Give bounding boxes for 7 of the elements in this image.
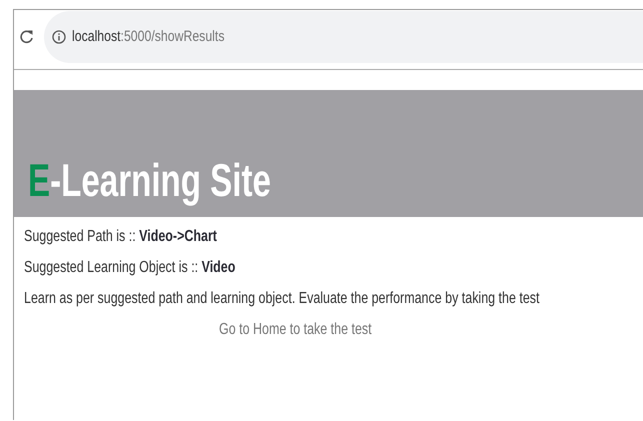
result-text: Suggested Path is :: Video->Chart: [24, 227, 217, 247]
reload-icon[interactable]: [20, 28, 34, 44]
info-icon[interactable]: [52, 30, 66, 44]
result-text: Learn as per suggested path and learning object. Evaluate the performance by taking the test: [24, 289, 540, 309]
result-text: Suggested Learning Object is :: Video: [24, 258, 236, 278]
home-link[interactable]: Go to Home to take the test: [219, 320, 372, 340]
address-field[interactable]: localhost:5000/showResults: [72, 28, 224, 45]
